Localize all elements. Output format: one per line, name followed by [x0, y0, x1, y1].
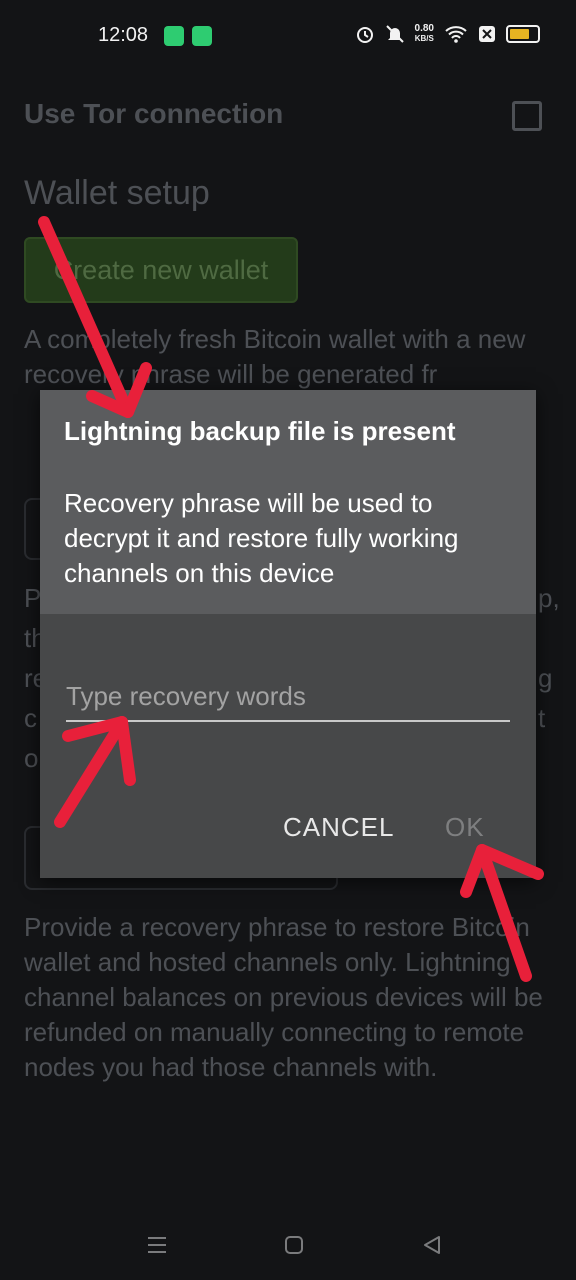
- app-notification-icon: [164, 26, 184, 46]
- network-speed-value: 0.80: [414, 23, 434, 34]
- network-speed: 0.80 KB/S: [415, 24, 434, 44]
- close-box-icon: [479, 26, 495, 42]
- ok-button[interactable]: OK: [445, 812, 485, 843]
- wallet-setup-title: Wallet setup: [24, 174, 210, 212]
- create-wallet-description: A completely fresh Bitcoin wallet with a…: [24, 324, 526, 389]
- home-icon[interactable]: [284, 1234, 304, 1256]
- dialog-message: Recovery phrase will be used to decrypt …: [64, 488, 459, 588]
- create-wallet-button[interactable]: Create new wallet: [24, 237, 298, 303]
- status-icons: 0.80 KB/S: [355, 24, 540, 44]
- shield-app-icon: [192, 26, 212, 46]
- cancel-button[interactable]: CANCEL: [283, 812, 394, 843]
- battery-icon: [506, 25, 540, 43]
- mute-icon: [385, 25, 404, 43]
- navigation-bar: [0, 1210, 576, 1280]
- recovery-words-input[interactable]: [66, 672, 510, 722]
- tor-checkbox[interactable]: [512, 101, 542, 131]
- tor-connection-label: Use Tor connection: [24, 98, 284, 129]
- backup-dialog: Lightning backup file is present Recover…: [40, 390, 536, 878]
- wifi-icon: [445, 26, 467, 43]
- clipped-text-right: p, g t: [538, 583, 560, 733]
- menu-icon[interactable]: [146, 1234, 168, 1256]
- status-bar: 12:08 0.80 KB/S: [0, 0, 576, 72]
- alarm-icon: [356, 27, 373, 43]
- dialog-title: Lightning backup file is present: [64, 416, 456, 446]
- restore-description: Provide a recovery phrase to restore Bit…: [24, 912, 543, 1082]
- dialog-header: Lightning backup file is present Recover…: [40, 390, 536, 614]
- network-speed-unit: KB/S: [414, 34, 434, 43]
- back-icon[interactable]: [422, 1234, 442, 1256]
- status-time: 12:08: [98, 24, 149, 46]
